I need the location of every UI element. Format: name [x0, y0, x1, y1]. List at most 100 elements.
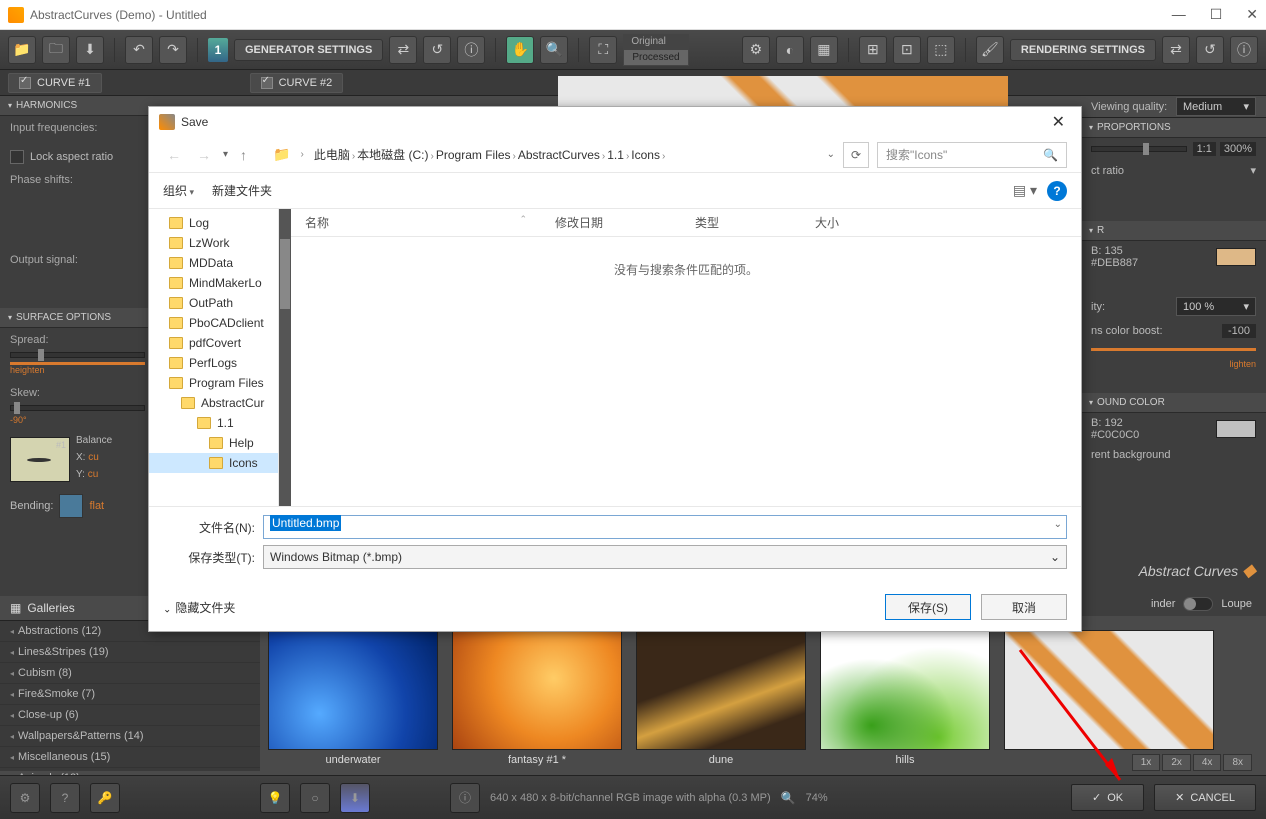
info-icon[interactable]: ⓘ — [1230, 36, 1258, 64]
zoom-1x[interactable]: 1x — [1132, 754, 1161, 771]
tree-folder-item[interactable]: MindMakerLo — [149, 273, 278, 293]
filename-input[interactable]: Untitled.bmp ⌄ — [263, 515, 1067, 539]
fit-icon[interactable]: ⛶ — [589, 36, 617, 64]
folder-tree[interactable]: LogLzWorkMDDataMindMakerLoOutPathPboCADc… — [149, 209, 279, 506]
brush-icon[interactable]: 🖌 — [976, 36, 1004, 64]
breadcrumb-segment[interactable]: Program Files — [436, 148, 511, 162]
gallery-thumb[interactable] — [1004, 630, 1214, 770]
tool-icon[interactable]: ⚙ — [742, 36, 770, 64]
help-button[interactable]: ? — [1047, 181, 1067, 201]
tree-folder-item[interactable]: PboCADclient — [149, 313, 278, 333]
breadcrumb-segment[interactable]: Icons — [631, 148, 660, 162]
tab-original[interactable]: Original — [623, 34, 688, 49]
tree-scrollbar[interactable] — [279, 209, 291, 506]
color-swatch-1[interactable] — [1216, 248, 1256, 266]
zoom-2x[interactable]: 2x — [1162, 754, 1191, 771]
gallery-category-item[interactable]: Miscellaneous (15) — [0, 747, 260, 768]
checkbox-icon[interactable] — [19, 77, 31, 89]
nav-forward-icon[interactable]: → — [193, 147, 215, 163]
skew-slider[interactable] — [10, 405, 145, 411]
curve-tab-1[interactable]: CURVE #1 — [8, 73, 102, 93]
gallery-thumb[interactable]: fantasy #1 * — [452, 630, 622, 770]
tree-folder-item[interactable]: 1.1 — [149, 413, 278, 433]
zoom-tool[interactable]: 🔍 — [540, 36, 568, 64]
pan-tool[interactable]: ✋ — [506, 36, 534, 64]
checkbox-icon[interactable] — [10, 150, 24, 164]
column-name[interactable]: 名称⌃ — [291, 214, 541, 231]
breadcrumb[interactable]: 此电脑›本地磁盘 (C:)›Program Files›AbstractCurv… — [314, 146, 668, 163]
nav-up-icon[interactable]: ↑ — [236, 147, 251, 163]
download-icon[interactable]: ⬇ — [340, 783, 370, 813]
tree-folder-item[interactable]: Icons — [149, 453, 278, 473]
opacity-combo[interactable]: 100 %▾ — [1176, 297, 1256, 316]
tool-icon[interactable]: ⬚ — [927, 36, 955, 64]
tree-folder-item[interactable]: Log — [149, 213, 278, 233]
dialog-cancel-button[interactable]: 取消 — [981, 594, 1067, 620]
key-icon[interactable]: 🔑 — [90, 783, 120, 813]
nav-back-icon[interactable]: ← — [163, 147, 185, 163]
bg-color-header[interactable]: OUND COLOR — [1081, 393, 1266, 413]
tree-folder-item[interactable]: pdfCovert — [149, 333, 278, 353]
tool-icon[interactable]: ⊡ — [893, 36, 921, 64]
lock-aspect-checkbox[interactable]: Lock aspect ratio — [0, 146, 155, 168]
filename-dropdown-icon[interactable]: ⌄ — [1054, 519, 1062, 530]
ok-button[interactable]: ✓OK — [1071, 784, 1144, 811]
gallery-category-item[interactable]: Wallpapers&Patterns (14) — [0, 726, 260, 747]
filetype-combo[interactable]: Windows Bitmap (*.bmp) ⌄ — [263, 545, 1067, 569]
maximize-button[interactable]: ☐ — [1210, 6, 1223, 23]
path-dropdown-icon[interactable]: ⌄ — [827, 149, 835, 160]
color-header[interactable]: R — [1081, 221, 1266, 241]
tool-icon[interactable]: ◐ — [776, 36, 804, 64]
settings-gear-icon[interactable]: ⚙ — [10, 783, 40, 813]
curve-tab-2[interactable]: CURVE #2 — [250, 73, 344, 93]
close-button[interactable]: ✕ — [1246, 6, 1258, 23]
toggle-icon[interactable]: ⇄ — [389, 36, 417, 64]
surface-options-header[interactable]: SURFACE OPTIONS — [0, 308, 155, 328]
harmonics-header[interactable]: HARMONICS — [0, 96, 155, 116]
breadcrumb-segment[interactable]: 本地磁盘 (C:) — [357, 148, 428, 162]
viewing-quality-combo[interactable]: Medium▾ — [1176, 97, 1256, 116]
tree-folder-item[interactable]: AbstractCur — [149, 393, 278, 413]
loupe-toggle[interactable] — [1183, 597, 1213, 611]
tool-icon[interactable]: ⊞ — [859, 36, 887, 64]
minimize-button[interactable]: — — [1172, 6, 1186, 23]
toggle-icon[interactable]: ⇄ — [1162, 36, 1190, 64]
bulb-off-icon[interactable]: ○ — [300, 783, 330, 813]
nav-recent-dropdown[interactable]: ▾ — [223, 149, 228, 160]
column-date[interactable]: 修改日期 — [541, 214, 681, 231]
color-swatch-2[interactable] — [1216, 420, 1256, 438]
tree-folder-item[interactable]: PerfLogs — [149, 353, 278, 373]
undo-button[interactable]: ↶ — [125, 36, 153, 64]
cancel-button[interactable]: ✕CANCEL — [1154, 784, 1256, 811]
help-icon[interactable]: ? — [50, 783, 80, 813]
checkbox-icon[interactable] — [261, 77, 273, 89]
tree-folder-item[interactable]: Program Files — [149, 373, 278, 393]
gallery-category-item[interactable]: Cubism (8) — [0, 663, 260, 684]
tab-processed[interactable]: Processed — [623, 49, 688, 66]
tool-icon[interactable]: ▦ — [810, 36, 838, 64]
save-button[interactable]: ⬇ — [76, 36, 104, 64]
hide-folders-toggle[interactable]: 隐藏文件夹 — [163, 599, 235, 616]
gallery-thumb[interactable]: hills — [820, 630, 990, 770]
column-type[interactable]: 类型 — [681, 214, 801, 231]
bulb-icon[interactable]: 💡 — [260, 783, 290, 813]
info-icon[interactable]: ⓘ — [457, 36, 485, 64]
gallery-thumb[interactable]: dune — [636, 630, 806, 770]
gallery-thumb[interactable]: underwater — [268, 630, 438, 770]
gallery-category-item[interactable]: Fire&Smoke (7) — [0, 684, 260, 705]
refresh-button[interactable]: ⟳ — [843, 142, 869, 168]
gallery-category-item[interactable]: Close-up (6) — [0, 705, 260, 726]
breadcrumb-segment[interactable]: 此电脑 — [314, 148, 350, 162]
redo-button[interactable]: ↷ — [159, 36, 187, 64]
zoom-4x[interactable]: 4x — [1193, 754, 1222, 771]
open-button[interactable]: 📁 — [8, 36, 36, 64]
ratio-slider[interactable] — [1091, 146, 1187, 152]
breadcrumb-segment[interactable]: AbstractCurves — [518, 148, 600, 162]
tree-folder-item[interactable]: MDData — [149, 253, 278, 273]
column-size[interactable]: 大小 — [801, 214, 901, 231]
tree-folder-item[interactable]: OutPath — [149, 293, 278, 313]
search-input[interactable]: 搜索"Icons" 🔍 — [877, 142, 1067, 168]
dialog-save-button[interactable]: 保存(S) — [885, 594, 971, 620]
reset-icon[interactable]: ↺ — [1196, 36, 1224, 64]
gallery-category-item[interactable]: Lines&Stripes (19) — [0, 642, 260, 663]
